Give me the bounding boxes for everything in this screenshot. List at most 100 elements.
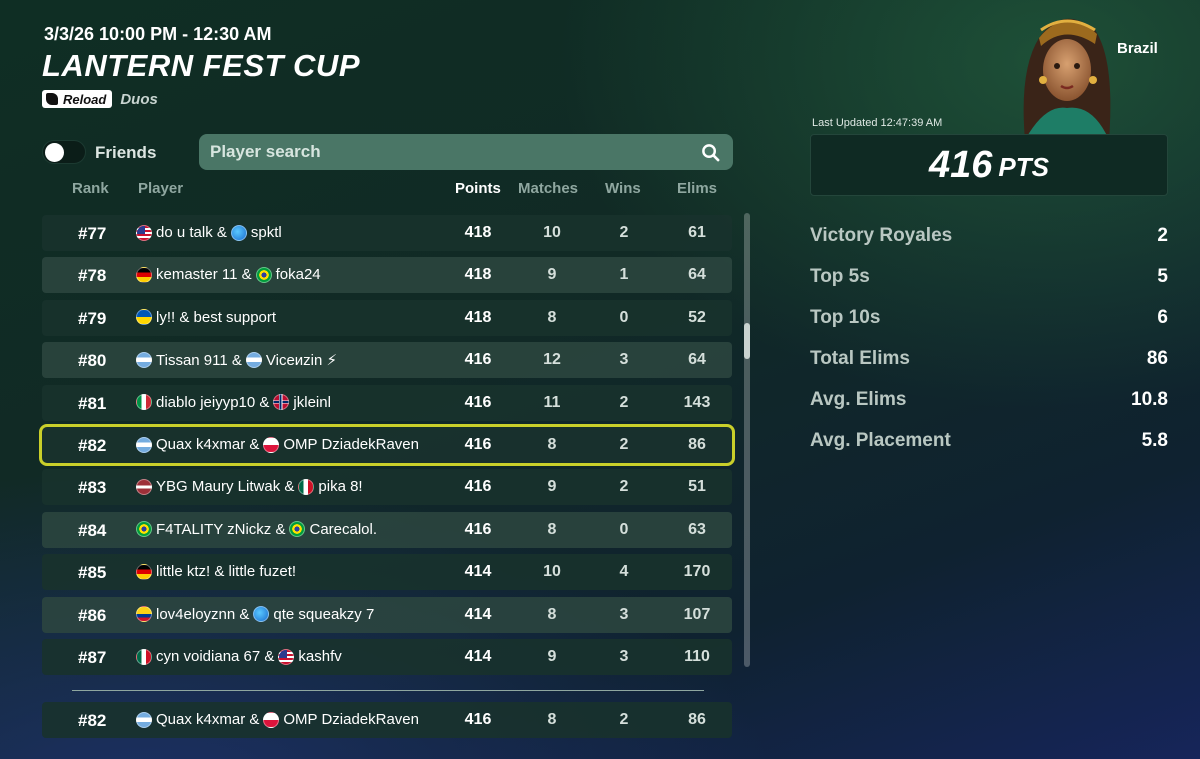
player-two-name: OMP DziadekRaven (283, 436, 419, 453)
player-one-name: ly!! & best support (156, 308, 277, 326)
leaderboard-row[interactable]: #78 kemaster 11 & foka24 418 9 1 64 (42, 257, 732, 294)
character-portrait (1023, 18, 1111, 140)
flag-no-icon (273, 394, 290, 411)
stat-label: Victory Royales (810, 225, 953, 246)
header-elims[interactable]: Elims (677, 180, 717, 197)
points-value: 416 (929, 143, 993, 186)
leaderboard-row[interactable]: #85 little ktz! & little fuzet! 414 10 4 170 (42, 554, 732, 591)
points-unit: PTS (998, 151, 1049, 182)
player-two-name: Viceиzin ⚡ (265, 352, 338, 370)
stat-value: 5 (1157, 266, 1168, 287)
player-one-name: cyn voidiana 67 & (156, 648, 275, 665)
player-two-name: OMP DziadekRaven (283, 711, 419, 728)
leaderboard-row[interactable]: #80 Tissan 911 & Viceиzin ⚡ 416 12 3 64 (42, 342, 732, 379)
player-search-input[interactable] (210, 142, 690, 162)
stat-label: Avg. Placement (810, 430, 951, 451)
leaderboard-row[interactable]: #87 cyn voidiana 67 & kashfv 414 9 3 110 (42, 639, 732, 675)
row-matches: 9 (547, 478, 557, 496)
row-players: ly!! & best support (136, 309, 276, 326)
row-rank: #78 (78, 266, 107, 286)
player-search[interactable] (199, 134, 733, 170)
scrollbar[interactable] (744, 213, 750, 667)
column-headers: Rank Player Points Matches Wins Elims (42, 180, 732, 198)
stat-row: Top 10s 6 (810, 307, 1168, 331)
leaderboard-row[interactable]: #82 Quax k4xmar & OMP DziadekRaven 416 8 2 86 (39, 424, 735, 466)
flag-mx-icon (136, 648, 152, 665)
event-date: 3/3/26 10:00 PM - 12:30 AM (44, 24, 272, 44)
leaderboard-row[interactable]: #77 do u talk & spktl 418 10 2 61 (42, 215, 732, 251)
stat-value: 2 (1157, 225, 1168, 246)
stat-row: Victory Royales 2 (810, 225, 1168, 249)
header-points[interactable]: Points (455, 180, 501, 197)
leaderboard-row[interactable]: #82 Quax k4xmar & OMP DziadekRaven 416 8 2 86 (42, 702, 732, 738)
leaderboard-row[interactable]: #81 diablo jeiyyp10 & jkleinl 416 11 2 143 (42, 384, 732, 421)
row-wins: 2 (619, 436, 629, 453)
flag-ar-icon (245, 352, 262, 369)
row-wins: 2 (619, 478, 629, 496)
header-player[interactable]: Player (138, 180, 183, 197)
flag-pl-icon (263, 711, 280, 728)
leaderboard-row[interactable]: #86 lov4eloyznn & qte squeakzy 7 414 8 3 107 (42, 596, 732, 633)
flag-lv-icon (136, 478, 152, 495)
row-points: 416 (464, 351, 492, 369)
row-players: cyn voidiana 67 & kashfv (136, 648, 342, 665)
player-two-name: pika 8! (318, 478, 363, 496)
player-two-name: spktl (250, 224, 282, 241)
header-matches[interactable]: Matches (518, 180, 578, 197)
scrollbar-thumb[interactable] (744, 323, 750, 359)
flag-us-icon (278, 648, 295, 665)
stat-row: Avg. Placement 5.8 (810, 430, 1168, 454)
stat-label: Total Elims (810, 348, 910, 369)
row-matches: 11 (543, 393, 561, 411)
region-label: Brazil (1117, 40, 1158, 57)
row-players: YBG Maury Litwak & pika 8! (136, 478, 363, 495)
row-elims: 61 (688, 224, 706, 241)
row-wins: 3 (619, 351, 629, 369)
row-elims: 52 (688, 308, 706, 326)
player-one-name: do u talk & (156, 224, 227, 241)
row-elims: 110 (684, 648, 710, 665)
row-matches: 12 (543, 351, 561, 369)
flag-globe-icon (253, 606, 270, 623)
player-one-name: F4TALITY zNickz & (156, 520, 286, 538)
header-wins[interactable]: Wins (605, 180, 641, 197)
flag-br-icon (136, 521, 152, 538)
stat-row: Top 5s 5 (810, 266, 1168, 290)
player-two-name: Carecalol. (309, 520, 378, 538)
stat-label: Top 10s (810, 307, 881, 328)
stat-row: Total Elims 86 (810, 348, 1168, 372)
divider (72, 690, 704, 691)
player-one-name: Quax k4xmar & (156, 436, 260, 453)
row-rank: #83 (78, 478, 107, 498)
header-rank[interactable]: Rank (72, 180, 109, 197)
row-players: little ktz! & little fuzet! (136, 563, 296, 580)
row-players: diablo jeiyyp10 & jkleinl (136, 394, 331, 411)
row-rank: #79 (78, 308, 107, 328)
row-players: Quax k4xmar & OMP DziadekRaven (136, 436, 419, 453)
row-players: Tissan 911 & Viceиzin ⚡ (136, 351, 337, 369)
row-matches: 8 (547, 605, 557, 623)
row-points: 418 (464, 266, 492, 284)
stat-row: Avg. Elims 10.8 (810, 389, 1168, 413)
row-elims: 63 (688, 520, 706, 538)
row-wins: 2 (619, 224, 629, 241)
row-rank: #84 (78, 520, 107, 540)
row-elims: 51 (688, 478, 706, 496)
row-points: 414 (464, 648, 492, 665)
player-one-name: diablo jeiyyp10 & (156, 393, 270, 411)
friends-label: Friends (95, 143, 157, 162)
mode-label: Duos (120, 90, 158, 108)
flag-de-icon (136, 266, 152, 283)
flag-de-icon (136, 563, 152, 580)
row-rank: #82 (78, 711, 107, 730)
leaderboard-row[interactable]: #84 F4TALITY zNickz & Carecalol. 416 8 0 63 (42, 511, 732, 548)
row-wins: 2 (619, 711, 629, 728)
friends-toggle[interactable] (42, 140, 86, 164)
search-icon[interactable] (701, 143, 720, 162)
row-elims: 170 (683, 563, 711, 581)
player-one-name: Quax k4xmar & (156, 711, 260, 728)
row-rank: #80 (78, 351, 107, 371)
row-wins: 1 (619, 266, 629, 284)
leaderboard-row[interactable]: #83 YBG Maury Litwak & pika 8! 416 9 2 51 (42, 469, 732, 506)
leaderboard-row[interactable]: #79 ly!! & best support 418 8 0 52 (42, 299, 732, 336)
